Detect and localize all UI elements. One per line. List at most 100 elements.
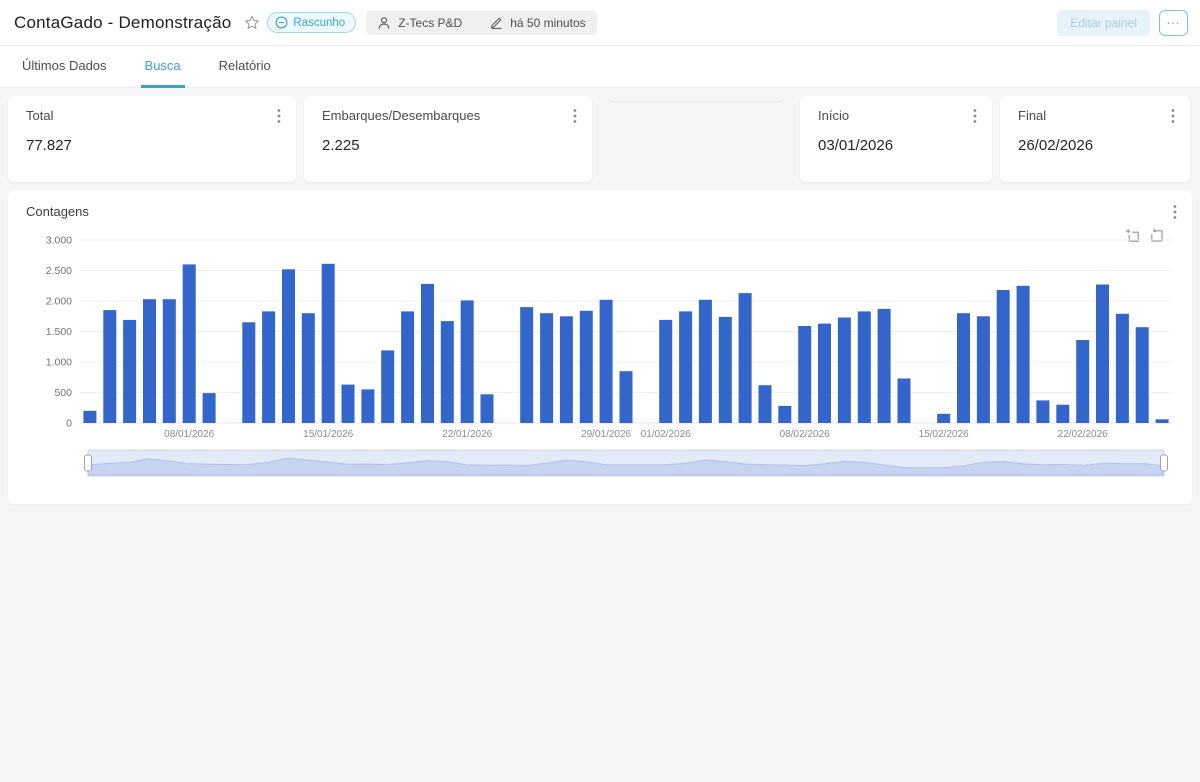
panel-menu-button[interactable]: [966, 106, 984, 126]
y-axis-tick-label: 2.500: [46, 265, 72, 277]
x-axis-tick-label: 15/02/2026: [919, 429, 969, 440]
bar-09/02/2026[interactable]: [818, 324, 831, 423]
bar-20/01/2026[interactable]: [421, 284, 434, 423]
bar-11/01/2026[interactable]: [242, 322, 255, 423]
bar-23/02/2026[interactable]: [1096, 285, 1109, 424]
bar-04/02/2026[interactable]: [719, 317, 732, 423]
page-title: ContaGado - Demonstração: [14, 13, 231, 33]
bar-02/02/2026[interactable]: [679, 311, 692, 423]
panel-menu-button[interactable]: [566, 106, 584, 126]
bar-01/02/2026[interactable]: [659, 320, 672, 423]
bar-13/01/2026[interactable]: [282, 269, 295, 423]
datazoom-handle-left[interactable]: [85, 455, 92, 471]
stat-card-label: Final: [1018, 108, 1178, 123]
dashboard-meta: Z-Tecs P&D há 50 minutos: [366, 11, 596, 35]
bar-08/01/2026[interactable]: [183, 264, 196, 423]
bar-17/01/2026[interactable]: [361, 389, 374, 423]
tab-busca[interactable]: Busca: [141, 46, 185, 88]
bar-18/01/2026[interactable]: [381, 350, 394, 423]
bar-12/01/2026[interactable]: [262, 311, 275, 423]
bar-28/01/2026[interactable]: [580, 311, 593, 423]
bar-20/02/2026[interactable]: [1036, 400, 1049, 423]
bar-06/02/2026[interactable]: [759, 385, 772, 423]
stat-card-value: 2.225: [322, 137, 580, 154]
bar-22/02/2026[interactable]: [1076, 340, 1089, 423]
bar-23/01/2026[interactable]: [481, 394, 494, 423]
bar-21/01/2026[interactable]: [441, 321, 454, 423]
bar-17/02/2026[interactable]: [977, 316, 990, 423]
bar-30/01/2026[interactable]: [620, 371, 633, 423]
stat-card-value: 26/02/2026: [1018, 137, 1178, 154]
y-axis-tick-label: 1.000: [46, 357, 72, 369]
tab-relatorio[interactable]: Relatório: [215, 46, 275, 88]
bar-07/01/2026[interactable]: [163, 299, 176, 423]
bar-16/02/2026[interactable]: [957, 313, 970, 423]
ellipsis-icon: ...: [1167, 13, 1181, 26]
stat-cards-row: Total 77.827 Embarques/Desembarques 2.22…: [8, 96, 1192, 182]
bar-05/02/2026[interactable]: [739, 293, 752, 423]
x-axis-tick-label: 08/01/2026: [164, 429, 214, 440]
bar-21/02/2026[interactable]: [1056, 405, 1069, 423]
y-axis-tick-label: 0: [66, 418, 72, 430]
bar-04/01/2026[interactable]: [103, 310, 116, 423]
bar-07/02/2026[interactable]: [778, 406, 791, 423]
favorite-star-icon[interactable]: [241, 12, 263, 34]
y-axis-tick-label: 3.000: [46, 235, 72, 247]
edit-panel-button[interactable]: Editar painel: [1057, 10, 1150, 36]
contagens-bar-chart[interactable]: 05001.0001.5002.0002.5003.00008/01/20261…: [8, 190, 1190, 504]
datazoom-slider[interactable]: [85, 450, 1168, 476]
stat-card-label: Embarques/Desembarques: [322, 108, 580, 123]
bar-22/01/2026[interactable]: [461, 300, 474, 423]
bar-18/02/2026[interactable]: [997, 290, 1010, 423]
bar-16/01/2026[interactable]: [342, 385, 355, 423]
bar-19/02/2026[interactable]: [1017, 286, 1030, 423]
header-actions: Editar painel ...: [1057, 10, 1188, 36]
x-axis: 08/01/202615/01/202622/01/202629/01/2026…: [164, 429, 1108, 440]
bar-19/01/2026[interactable]: [401, 311, 414, 423]
status-badge-draft[interactable]: Rascunho: [267, 12, 356, 33]
datazoom-selected-range[interactable]: [88, 450, 1164, 476]
stat-card-value: 77.827: [26, 137, 284, 154]
bar-26/01/2026[interactable]: [540, 313, 553, 423]
stat-card-final: Final 26/02/2026: [1000, 96, 1190, 182]
more-options-button[interactable]: ...: [1159, 10, 1188, 36]
tab-ultimos-dados[interactable]: Últimos Dados: [18, 46, 111, 88]
bar-27/01/2026[interactable]: [560, 316, 573, 423]
y-axis-tick-label: 2.000: [46, 296, 72, 308]
stat-card-total: Total 77.827: [8, 96, 296, 182]
bar-15/01/2026[interactable]: [322, 264, 335, 423]
kebab-icon: [573, 108, 577, 124]
bar-24/02/2026[interactable]: [1116, 314, 1129, 423]
bar-29/01/2026[interactable]: [600, 300, 613, 423]
owner-label: Z-Tecs P&D: [398, 16, 462, 30]
bar-08/02/2026[interactable]: [798, 326, 811, 423]
bar-11/02/2026[interactable]: [858, 311, 871, 423]
stat-card-inicio: Início 03/01/2026: [800, 96, 992, 182]
user-icon: [377, 16, 391, 30]
bar-15/02/2026[interactable]: [937, 414, 950, 423]
bar-09/01/2026[interactable]: [203, 393, 216, 423]
empty-panel-slot: [600, 96, 792, 182]
bar-25/01/2026[interactable]: [520, 307, 533, 423]
bar-05/01/2026[interactable]: [123, 320, 136, 423]
bar-10/02/2026[interactable]: [838, 318, 851, 424]
bar-06/01/2026[interactable]: [143, 299, 156, 423]
pencil-icon: [490, 16, 503, 29]
bar-26/02/2026[interactable]: [1156, 419, 1169, 423]
bar-03/02/2026[interactable]: [699, 300, 712, 423]
star-icon: [244, 15, 260, 31]
bar-13/02/2026[interactable]: [898, 379, 911, 424]
bar-25/02/2026[interactable]: [1136, 327, 1149, 423]
bar-12/02/2026[interactable]: [878, 309, 891, 423]
stat-card-label: Total: [26, 108, 284, 123]
bar-14/01/2026[interactable]: [302, 313, 315, 423]
kebab-icon: [277, 108, 281, 124]
x-axis-tick-label: 08/02/2026: [780, 429, 830, 440]
panel-menu-button[interactable]: [270, 106, 288, 126]
panel-menu-button[interactable]: [1164, 106, 1182, 126]
bar-03/01/2026[interactable]: [83, 411, 96, 423]
datazoom-handle-right[interactable]: [1161, 455, 1168, 471]
x-axis-tick-label: 22/02/2026: [1058, 429, 1108, 440]
kebab-icon: [973, 108, 977, 124]
bars-series: [83, 264, 1168, 423]
